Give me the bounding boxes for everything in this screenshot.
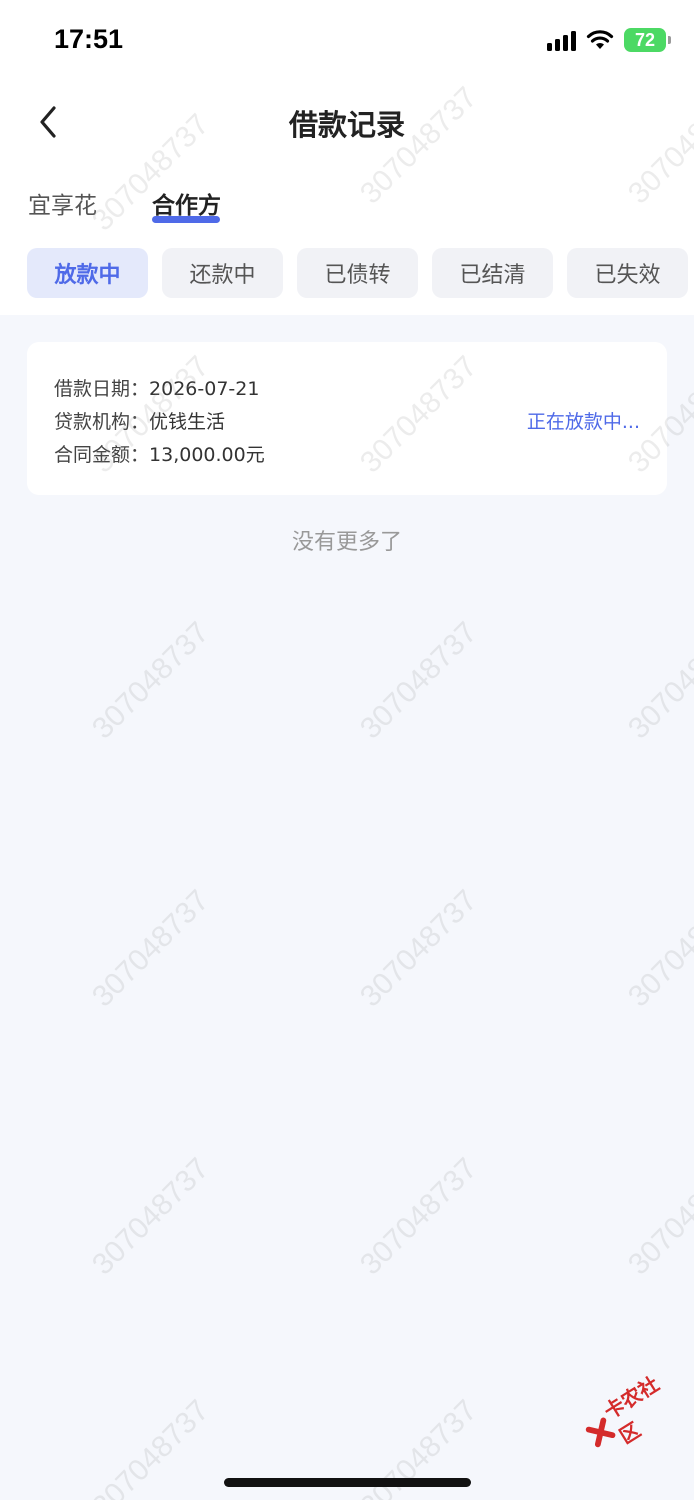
wifi-icon [586,30,614,49]
contract-amount-label: 合同金额： [54,444,150,466]
page-title: 借款记录 [288,108,405,142]
loan-status: 正在放款中... [526,411,640,433]
status-icons: 72 [547,28,671,52]
filter-repaying[interactable]: 还款中 [162,248,283,298]
watermark: 307048737 [86,1151,216,1282]
watermark: 307048737 [622,1151,694,1282]
contract-amount-value: 13,000.00元 [149,444,265,466]
watermark: 307048737 [86,1393,216,1500]
home-indicator[interactable] [224,1478,471,1487]
contract-amount-row: 合同金额：13,000.00元 [54,440,265,467]
battery-icon: 72 [624,28,671,52]
loan-date-row: 借款日期：2026-07-21 [54,374,259,401]
watermark: 307048737 [86,883,216,1014]
filter-expired[interactable]: 已失效 [567,248,688,298]
lender-label: 贷款机构： [54,411,150,433]
loan-date-label: 借款日期： [54,378,150,400]
corner-logo: 卡农社区 [575,1359,694,1463]
lender-value: 优钱生活 [149,411,226,433]
watermark: 307048737 [354,883,484,1014]
tab-partner[interactable]: 合作方 [152,186,221,220]
battery-level: 72 [634,29,656,50]
list-end-text: 没有更多了 [291,530,402,555]
filter-disbursing[interactable]: 放款中 [27,248,148,298]
watermark: 307048737 [86,615,216,746]
loan-date-value: 2026-07-21 [149,378,260,400]
lender-row: 贷款机构：优钱生活 [54,407,225,434]
loan-record-card[interactable]: 借款日期：2026-07-21 贷款机构：优钱生活 合同金额：13,000.00… [27,342,667,495]
tab-yixianghua[interactable]: 宜享花 [28,186,97,220]
status-time: 17:51 [54,24,124,54]
status-filter-bar: 放款中 还款中 已债转 已结清 已失效 [27,248,688,298]
watermark: 307048737 [622,615,694,746]
watermark: 307048737 [622,883,694,1014]
active-tab-indicator [152,216,220,223]
watermark: 307048737 [354,615,484,746]
watermark: 307048737 [354,1151,484,1282]
filter-settled[interactable]: 已结清 [432,248,553,298]
cellular-signal-icon [547,29,576,51]
filter-debt-transferred[interactable]: 已债转 [297,248,418,298]
